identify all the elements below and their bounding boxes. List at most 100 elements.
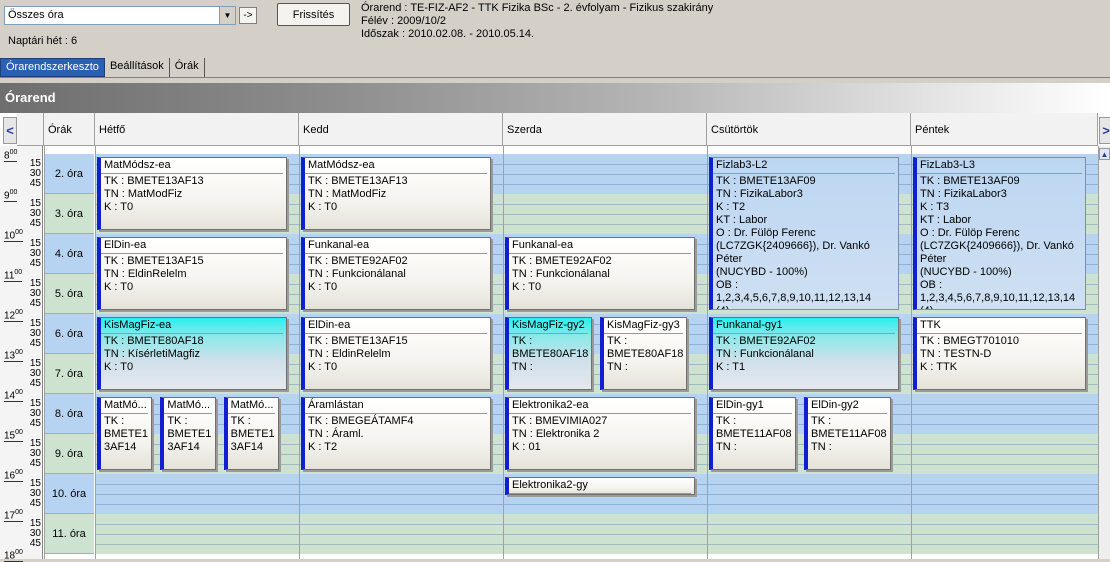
lesson-detail: TK : BMETE92AF02: [512, 255, 612, 267]
lesson-detail: TN :: [811, 441, 832, 453]
lesson-block[interactable]: Elektronika2-gyTK : BMEVIMIA027: [505, 477, 695, 495]
go-button[interactable]: ->: [239, 7, 257, 24]
calendar-week-label: Naptári hét : 6: [8, 35, 78, 47]
period-label: 9. óra: [44, 434, 94, 474]
tab-settings[interactable]: Beállítások: [105, 58, 170, 77]
lesson-block[interactable]: Fizlab3-L2 TK : BMETE13AF09 TN : FizikaLab…: [709, 157, 899, 310]
lesson-detail: TN :: [716, 441, 737, 453]
lesson-title: MatMó...: [167, 399, 211, 411]
lesson-block[interactable]: ElDin-ea TK : BMETE13AF15 TN : EldinRelelm…: [97, 237, 287, 310]
tab-lessons[interactable]: Órák: [170, 58, 205, 77]
vertical-scrollbar[interactable]: ▲: [1098, 146, 1110, 559]
lesson-block[interactable]: MatMódsz-ea TK : BMETE13AF13 TN : MatModFi…: [301, 157, 491, 230]
lesson-detail: TK : BMETE13AF15: [104, 255, 204, 267]
lesson-block[interactable]: MatMó... TK : BMETE1 3AF14: [97, 397, 153, 470]
lesson-divider: [509, 493, 691, 494]
lesson-block[interactable]: MatMó... TK : BMETE1 3AF14: [223, 397, 279, 470]
tab-strip: Órarendszerkeszto Beállítások Órák: [0, 58, 205, 77]
lesson-detail: OB : 1,2,3,4,5,6,7,8,9,10,11,12,13,14: [920, 279, 1076, 304]
column-header-tuesday: Kedd: [299, 113, 503, 146]
lesson-detail: K : T0: [104, 281, 134, 293]
quarter-line: [95, 524, 1098, 525]
lesson-detail: BMETE11AF08: [716, 428, 792, 440]
lesson-block[interactable]: KisMagFiz-gy3 TK : BMETE80AF18 TN :: [600, 317, 687, 390]
day-separator: [503, 146, 504, 559]
lesson-detail: K : T1: [716, 361, 746, 373]
lesson-divider: [227, 413, 275, 414]
period-label: 8. óra: [44, 394, 94, 434]
lesson-detail: BMETE80AF18: [607, 348, 684, 360]
lesson-title: Fizlab3-L2: [716, 159, 768, 171]
previous-week-arrow-icon[interactable]: <: [3, 117, 17, 144]
lesson-detail: K : 01: [512, 441, 541, 453]
lesson-detail: K : T0: [512, 281, 542, 293]
lesson-detail: TN : KísérletiMagfiz: [104, 348, 200, 360]
lesson-detail: BMETE1: [104, 428, 149, 440]
period-label: 10. óra: [44, 474, 94, 514]
lesson-block[interactable]: ElDin-gy1 TK : BMETE11AF08 TN :: [709, 397, 796, 470]
lesson-divider: [713, 413, 792, 414]
schedule-info-line: Órarend : TE-FIZ-AF2 - TTK Fizika BSc - …: [361, 2, 714, 14]
column-header-monday: Hétfő: [95, 113, 299, 146]
lesson-divider: [101, 413, 149, 414]
lesson-detail: (4): [716, 305, 895, 309]
lesson-detail: 3AF14: [230, 441, 264, 453]
lesson-block[interactable]: KisMagFiz-gy2 TK : BMETE80AF18 TN :: [505, 317, 592, 390]
lesson-detail: TN :: [607, 361, 628, 373]
period-label: 7. óra: [44, 354, 94, 394]
lesson-block[interactable]: FizLab3-L3 TK : BMETE13AF09 TN : FizikaLab…: [913, 157, 1086, 310]
lesson-divider: [917, 333, 1082, 334]
lesson-detail: (NUCYBD - 100%): [920, 266, 1012, 278]
lesson-block[interactable]: TTK TK : BMEGT701010 TN : TESTN-D K : TTK: [913, 317, 1086, 390]
lesson-detail: BMETE80AF18: [512, 348, 589, 360]
lesson-divider: [917, 173, 1082, 174]
refresh-button[interactable]: Frissítés: [277, 3, 350, 26]
filter-select[interactable]: Összes óra ▼: [4, 6, 236, 25]
lesson-divider: [713, 173, 895, 174]
lesson-block[interactable]: MatMó... TK : BMETE1 3AF14: [160, 397, 216, 470]
lesson-detail: (4): [920, 305, 1082, 309]
lesson-detail: K : T2: [308, 441, 338, 453]
lesson-detail: O : Dr. Fülöp Ferenc: [716, 227, 816, 239]
period-label: 2. óra: [44, 154, 94, 194]
lesson-divider: [808, 413, 887, 414]
lesson-detail: TN : Áraml.: [308, 428, 364, 440]
period-label: 3. óra: [44, 194, 94, 234]
lesson-detail: (LC7ZGK{2409666}), Dr. Vankó Péter: [920, 240, 1074, 265]
next-week-arrow-icon[interactable]: >: [1099, 117, 1110, 144]
lesson-detail: TK : BMETE13AF13: [308, 175, 408, 187]
lesson-title: KisMagFiz-gy3: [607, 319, 680, 331]
chevron-down-icon[interactable]: ▼: [219, 7, 235, 24]
tab-schedule-editor[interactable]: Órarendszerkeszto: [0, 58, 105, 77]
lesson-title: TTK: [920, 319, 941, 331]
lesson-block[interactable]: KisMagFiz-ea TK : BMETE80AF18 TN : Kísérle…: [97, 317, 287, 390]
lesson-block[interactable]: Elektronika2-ea TK : BMEVIMIA027 TN : Elek…: [505, 397, 695, 470]
lesson-title: Áramlástan: [308, 399, 364, 411]
lesson-divider: [101, 173, 283, 174]
lesson-detail: TN : FizikaLabor3: [716, 188, 803, 200]
day-separator: [707, 146, 708, 559]
period-label: 6. óra: [44, 314, 94, 354]
day-separator: [299, 146, 300, 559]
lesson-block[interactable]: ElDin-gy2 TK : BMETE11AF08 TN :: [804, 397, 891, 470]
lesson-title: KisMagFiz-gy2: [512, 319, 585, 331]
lesson-detail: TN : TESTN-D: [920, 348, 992, 360]
lesson-detail: K : T2: [716, 201, 746, 213]
lesson-block[interactable]: Funkanal-ea TK : BMETE92AF02 TN : Funkcion…: [301, 237, 491, 310]
lesson-detail: (LC7ZGK{2409666}), Dr. Vankó Péter: [716, 240, 870, 265]
period-label: 4. óra: [44, 234, 94, 274]
lesson-detail: (NUCYBD - 100%): [716, 266, 808, 278]
lesson-block[interactable]: Funkanal-gy1 TK : BMETE92AF02 TN : Funkcio…: [709, 317, 899, 390]
lesson-detail: K : T0: [104, 201, 134, 213]
lesson-divider: [509, 333, 588, 334]
lesson-title: Elektronika2-gy: [512, 479, 588, 491]
scroll-up-icon[interactable]: ▲: [1099, 148, 1110, 160]
lesson-block[interactable]: Funkanal-ea TK : BMETE92AF02 TN : Funkcion…: [505, 237, 695, 310]
lesson-title: ElDin-gy2: [811, 399, 859, 411]
lesson-title: MatMódsz-ea: [308, 159, 375, 171]
lesson-detail: TK : BMETE92AF02: [308, 255, 408, 267]
lesson-block[interactable]: MatMódsz-ea TK : BMETE13AF13 TN : MatModFi…: [97, 157, 287, 230]
lesson-block[interactable]: Áramlástan TK : BMEGEÁTAMF4 TN : Áraml. K :…: [301, 397, 491, 470]
lesson-block[interactable]: ElDin-ea TK : BMETE13AF15 TN : EldinRelelm…: [301, 317, 491, 390]
lesson-divider: [604, 333, 683, 334]
